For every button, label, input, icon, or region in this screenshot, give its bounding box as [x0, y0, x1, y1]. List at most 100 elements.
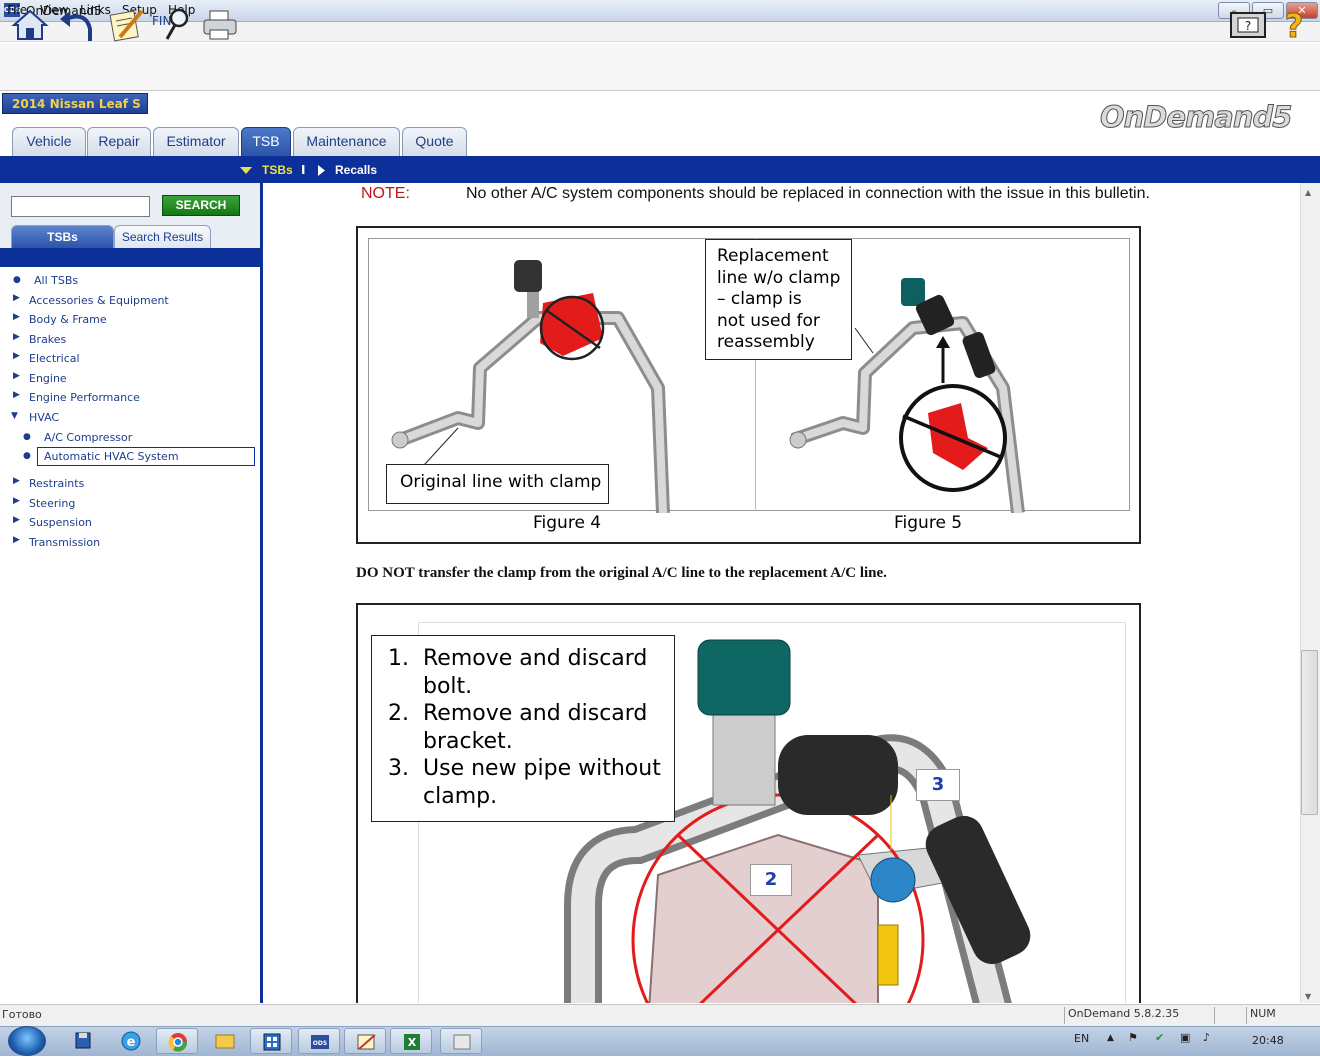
tree-item-body-frame[interactable]: Body & Frame: [29, 313, 107, 326]
breadcrumb-separator: I: [301, 163, 306, 177]
toolbar: [0, 43, 1320, 91]
tree-item-electrical[interactable]: Electrical: [29, 352, 80, 365]
taskbar-excel-icon[interactable]: X: [390, 1028, 432, 1054]
label-2: 2: [750, 864, 792, 896]
back-arrow-icon: [60, 11, 92, 41]
instruction-text: DO NOT transfer the clamp from the origi…: [356, 565, 887, 581]
tab-repair[interactable]: Repair: [87, 127, 151, 156]
chevron-right-icon: [318, 165, 325, 176]
tab-vehicle[interactable]: Vehicle: [12, 127, 86, 156]
tab-tsbs[interactable]: TSBs: [11, 225, 114, 248]
step-item: 1. Remove and discard: [388, 646, 648, 671]
breadcrumb-tsbs[interactable]: TSBs: [262, 163, 293, 177]
film-icon: ?: [1230, 12, 1266, 38]
taskbar-folder-icon[interactable]: [204, 1028, 246, 1054]
tree-item-automatic-hvac-system[interactable]: Automatic HVAC System: [44, 450, 179, 463]
status-empty: [1214, 1007, 1246, 1024]
tree-item-suspension[interactable]: Suspension: [29, 516, 92, 529]
taskbar-chrome-icon[interactable]: [156, 1028, 198, 1054]
expand-arrow-icon[interactable]: ▶: [13, 293, 20, 303]
taskbar-tool-icon[interactable]: [344, 1028, 386, 1054]
tree-item-accessories[interactable]: Accessories & Equipment: [29, 294, 169, 307]
status-num: NUM: [1246, 1007, 1288, 1024]
callout-original-line: Original line with clamp: [386, 464, 609, 504]
flag-icon[interactable]: ⚑: [1128, 1031, 1138, 1044]
language-indicator[interactable]: EN: [1074, 1032, 1089, 1045]
find-button[interactable]: FIN: [150, 5, 190, 43]
figure-box-2: 1. Remove and discard bolt. 2. Remove an…: [356, 603, 1141, 1003]
tab-estimator[interactable]: Estimator: [153, 127, 239, 156]
tab-maintenance[interactable]: Maintenance: [293, 127, 400, 156]
chevron-down-icon: [240, 167, 252, 174]
taskbar-app-icon[interactable]: [250, 1028, 292, 1054]
bullet-icon: ●: [23, 432, 31, 442]
menu-bar: [0, 22, 1320, 42]
home-button[interactable]: [10, 5, 50, 43]
back-button[interactable]: [56, 5, 96, 43]
start-button[interactable]: [8, 1026, 46, 1056]
tab-quote[interactable]: Quote: [402, 127, 467, 156]
expand-arrow-icon[interactable]: ▶: [13, 535, 20, 545]
scroll-thumb[interactable]: [1301, 650, 1318, 815]
question-icon: ?: [1284, 7, 1304, 46]
vehicle-label[interactable]: 2014 Nissan Leaf S: [2, 93, 148, 114]
search-input[interactable]: [11, 196, 150, 217]
expand-arrow-icon[interactable]: ▶: [13, 476, 20, 486]
tab-tsb[interactable]: TSB: [241, 127, 291, 156]
note-text: No other A/C system components should be…: [466, 185, 1150, 202]
tree-item-restraints[interactable]: Restraints: [29, 477, 84, 490]
printer-icon: [203, 10, 237, 40]
search-button[interactable]: SEARCH: [162, 195, 240, 216]
scroll-up-icon[interactable]: ▲: [1305, 188, 1311, 197]
tab-search-results[interactable]: Search Results: [114, 225, 211, 248]
taskbar-ondemand-icon[interactable]: ODS: [298, 1028, 340, 1054]
expand-arrow-icon[interactable]: ▶: [13, 515, 20, 525]
tree-item-all-tsbs[interactable]: All TSBs: [34, 274, 78, 287]
taskbar-save-icon[interactable]: [62, 1028, 104, 1054]
expand-arrow-icon[interactable]: ▶: [13, 390, 20, 400]
breadcrumb-recalls[interactable]: Recalls: [335, 163, 377, 177]
tree-item-brakes[interactable]: Brakes: [29, 333, 66, 346]
tree-item-engine[interactable]: Engine: [29, 372, 67, 385]
collapse-arrow-icon[interactable]: ▼: [11, 411, 18, 421]
svg-text:?: ?: [1285, 7, 1304, 43]
svg-text:e: e: [127, 1035, 136, 1050]
tree-item-engine-performance[interactable]: Engine Performance: [29, 391, 140, 404]
expand-arrow-icon[interactable]: ▶: [13, 332, 20, 342]
expand-arrow-icon[interactable]: ▶: [13, 496, 20, 506]
figure-5-caption: Figure 5: [894, 513, 963, 533]
sidebar-header-bar: [0, 248, 260, 267]
network-icon[interactable]: ▣: [1180, 1031, 1190, 1044]
taskbar-window-icon[interactable]: [440, 1028, 482, 1054]
volume-icon[interactable]: ♪: [1203, 1031, 1210, 1044]
tree-item-transmission[interactable]: Transmission: [29, 536, 100, 549]
ondemand-logo: OnDemand5: [1099, 100, 1292, 135]
scroll-down-icon[interactable]: ▼: [1305, 992, 1311, 1001]
note-label: NOTE:: [361, 185, 410, 202]
bullet-icon: ●: [23, 451, 31, 461]
help-button[interactable]: ?: [1274, 5, 1314, 46]
vertical-scrollbar[interactable]: [1300, 183, 1320, 1003]
print-button[interactable]: [200, 5, 240, 43]
document-content: NOTE: No other A/C system components sho…: [266, 183, 1300, 1003]
tree-item-steering[interactable]: Steering: [29, 497, 75, 510]
expand-arrow-icon[interactable]: ▶: [13, 371, 20, 381]
notepad-pencil-icon: [109, 9, 144, 42]
magnifier-icon: [165, 8, 189, 40]
tray-expand-icon[interactable]: ▲: [1107, 1033, 1114, 1043]
clock[interactable]: 20:48: [1252, 1034, 1284, 1047]
svg-text:ODS: ODS: [313, 1040, 327, 1047]
svg-text:X: X: [408, 1036, 417, 1049]
expand-arrow-icon[interactable]: ▶: [13, 351, 20, 361]
step-item: 3. Use new pipe without: [388, 756, 661, 781]
taskbar-ie-icon[interactable]: e: [110, 1028, 152, 1054]
notes-button[interactable]: [106, 5, 146, 43]
security-icon[interactable]: ✔: [1155, 1031, 1164, 1044]
tree-item-hvac[interactable]: HVAC: [29, 411, 59, 424]
video-help-button[interactable]: ?: [1228, 5, 1268, 43]
breadcrumb-bar: [0, 156, 1320, 183]
tree-item-ac-compressor[interactable]: A/C Compressor: [44, 431, 132, 444]
callout-replacement-line: Replacement line w/o clamp – clamp is no…: [705, 239, 852, 360]
steps-callout: 1. Remove and discard bolt. 2. Remove an…: [371, 635, 675, 822]
expand-arrow-icon[interactable]: ▶: [13, 312, 20, 322]
